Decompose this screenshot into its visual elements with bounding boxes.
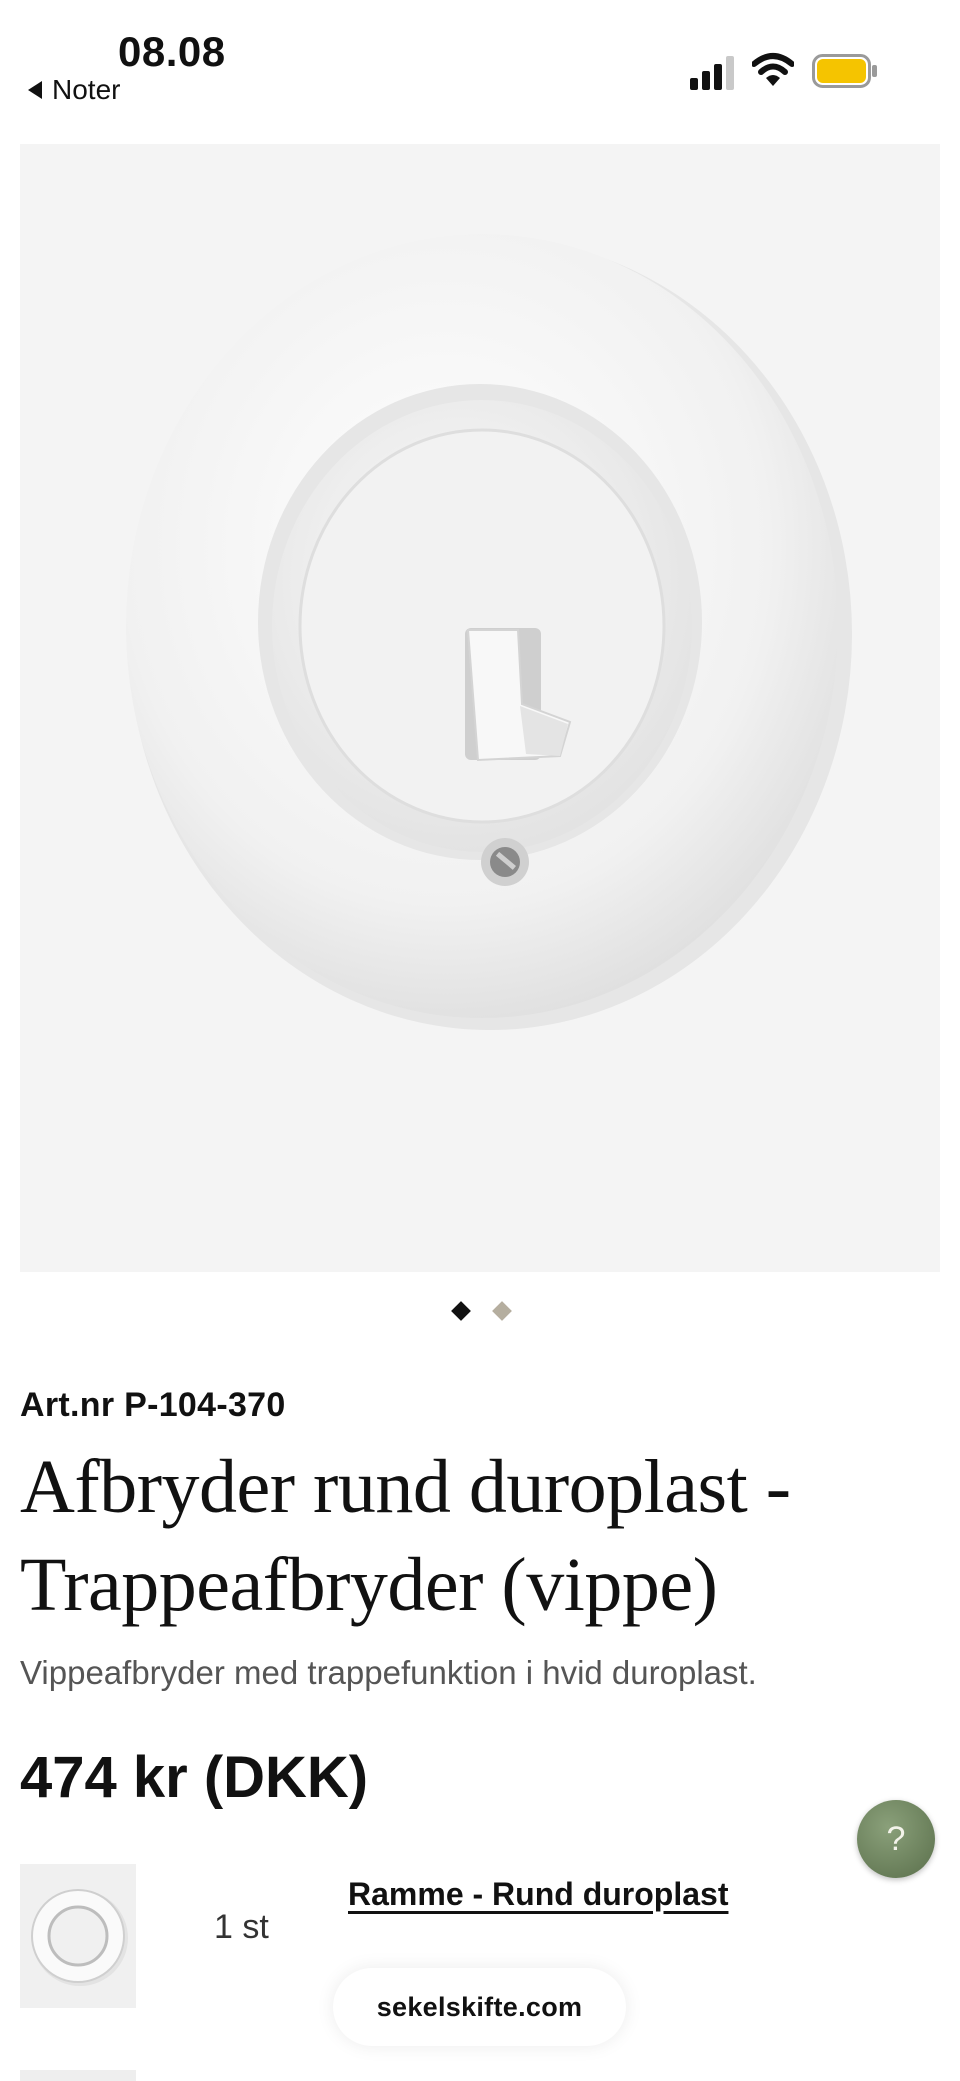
browser-url-pill[interactable]: sekelskifte.com <box>333 1968 626 2046</box>
back-arrow-icon <box>28 81 42 99</box>
battery-icon <box>812 54 877 88</box>
status-time: 08.08 <box>118 28 226 75</box>
help-button[interactable]: ? <box>857 1800 935 1878</box>
help-button-label: ? <box>886 1819 906 1858</box>
wifi-icon <box>752 53 794 86</box>
product-price: 474 kr (DKK) <box>20 1745 369 1810</box>
pager-dot-2[interactable] <box>492 1301 512 1321</box>
pager-dot-1[interactable] <box>451 1301 471 1321</box>
product-title: Afbryder rund duroplast - Trappeafbryder… <box>20 1438 920 1634</box>
article-number: Art.nr P-104-370 <box>20 1386 286 1424</box>
accessory-thumbnail[interactable] <box>20 1864 136 2008</box>
round-frame-icon <box>31 1889 128 1986</box>
product-image[interactable] <box>20 144 940 1272</box>
back-to-app-link[interactable]: Noter <box>28 74 120 106</box>
status-bar: 08.08 Noter <box>0 0 960 130</box>
image-pager[interactable] <box>0 1301 960 1322</box>
toggle-switch-illustration <box>126 234 852 1030</box>
back-link-label: Noter <box>52 74 121 105</box>
product-title-line-1: Afbryder rund duroplast - <box>20 1445 791 1529</box>
product-title-line-2: Trappeafbryder (vippe) <box>20 1543 718 1627</box>
accessory-link[interactable]: Ramme - Rund duroplast <box>348 1876 728 1913</box>
accessory-quantity: 1 st <box>214 1908 269 1946</box>
next-accessory-thumbnail[interactable] <box>20 2070 136 2081</box>
product-description: Vippeafbryder med trappefunktion i hvid … <box>20 1654 757 1691</box>
cellular-signal-icon <box>690 56 734 90</box>
browser-domain: sekelskifte.com <box>376 1991 583 2022</box>
